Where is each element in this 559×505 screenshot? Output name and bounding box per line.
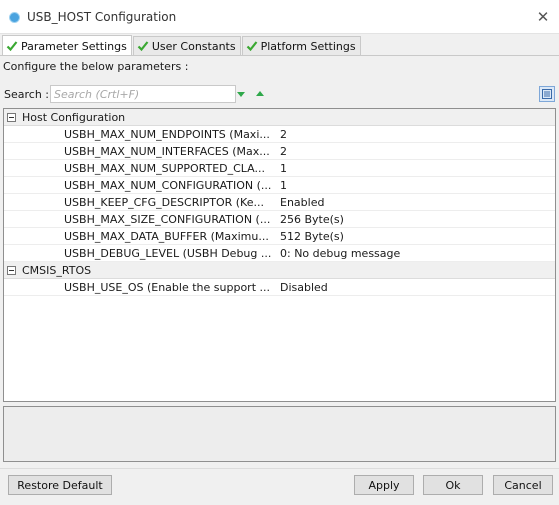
param-row[interactable]: USBH_MAX_NUM_INTERFACES (Max... 2 [4, 143, 555, 160]
collapse-all-button[interactable] [255, 89, 265, 99]
param-row[interactable]: USBH_KEEP_CFG_DESCRIPTOR (Ke... Enabled [4, 194, 555, 211]
param-name: USBH_MAX_NUM_ENDPOINTS (Maxi... [64, 127, 270, 141]
param-row[interactable]: USBH_MAX_NUM_CONFIGURATION (... 1 [4, 177, 555, 194]
window-title: USB_HOST Configuration [27, 10, 177, 24]
param-row[interactable]: USBH_DEBUG_LEVEL (USBH Debug ... 0: No d… [4, 245, 555, 262]
param-row[interactable]: USBH_MAX_DATA_BUFFER (Maximu... 512 Byte… [4, 228, 555, 245]
footer-divider [0, 468, 559, 469]
param-name: USBH_MAX_DATA_BUFFER (Maximu... [64, 229, 269, 243]
cancel-button[interactable]: Cancel [493, 475, 553, 495]
param-name: USBH_DEBUG_LEVEL (USBH Debug ... [64, 246, 272, 260]
param-value[interactable]: Enabled [280, 196, 324, 209]
check-icon [246, 41, 257, 52]
parameter-tree: Host Configuration USBH_MAX_NUM_ENDPOINT… [3, 108, 556, 402]
param-row[interactable]: USBH_MAX_NUM_SUPPORTED_CLA... 1 [4, 160, 555, 177]
param-value[interactable]: 256 Byte(s) [280, 213, 344, 226]
search-input[interactable] [50, 85, 236, 103]
param-name: USBH_KEEP_CFG_DESCRIPTOR (Ke... [64, 195, 264, 209]
expand-all-button[interactable] [236, 89, 246, 99]
param-value[interactable]: 512 Byte(s) [280, 230, 344, 243]
group-label: CMSIS_RTOS [22, 263, 92, 277]
ok-button[interactable]: Ok [423, 475, 483, 495]
usb-host-icon [9, 12, 20, 23]
param-name: USBH_USE_OS (Enable the support ... [64, 280, 270, 294]
tab-user-constants[interactable]: User Constants [132, 36, 241, 55]
green-up-arrow-icon [256, 91, 264, 96]
group-host-configuration[interactable]: Host Configuration [4, 109, 555, 126]
tab-divider [0, 55, 559, 56]
search-label: Search : [4, 88, 49, 101]
collapse-toggle-icon[interactable] [7, 112, 16, 122]
param-value[interactable]: 0: No debug message [280, 247, 400, 260]
title-bar: USB_HOST Configuration ✕ [0, 0, 559, 34]
check-icon [137, 41, 149, 52]
param-value[interactable]: 2 [280, 128, 287, 141]
apply-button[interactable]: Apply [354, 475, 414, 495]
tab-platform-settings[interactable]: Platform Settings [241, 36, 361, 55]
collapse-toggle-icon[interactable] [7, 265, 16, 275]
param-value[interactable]: Disabled [280, 281, 328, 294]
group-cmsis-rtos[interactable]: CMSIS_RTOS [4, 262, 555, 279]
tab-label: Parameter Settings [21, 39, 127, 53]
tab-bar: Parameter Settings User Constants Platfo… [2, 35, 362, 56]
green-down-arrow-icon [237, 92, 245, 97]
list-view-icon [542, 89, 552, 99]
restore-default-button[interactable]: Restore Default [8, 475, 112, 495]
param-name: USBH_MAX_SIZE_CONFIGURATION (... [64, 212, 271, 226]
tab-parameter-settings[interactable]: Parameter Settings [2, 35, 132, 56]
param-name: USBH_MAX_NUM_SUPPORTED_CLA... [64, 161, 265, 175]
param-row[interactable]: USBH_MAX_NUM_ENDPOINTS (Maxi... 2 [4, 126, 555, 143]
check-icon [6, 41, 18, 52]
param-row[interactable]: USBH_USE_OS (Enable the support ... Disa… [4, 279, 555, 296]
group-label: Host Configuration [22, 110, 126, 124]
close-button[interactable]: ✕ [527, 0, 559, 33]
param-row[interactable]: USBH_MAX_SIZE_CONFIGURATION (... 256 Byt… [4, 211, 555, 228]
view-toggle-button[interactable] [539, 86, 555, 102]
param-name: USBH_MAX_NUM_CONFIGURATION (... [64, 178, 272, 192]
tab-label: User Constants [151, 39, 236, 53]
param-value[interactable]: 2 [280, 145, 287, 158]
param-name: USBH_MAX_NUM_INTERFACES (Max... [64, 144, 270, 158]
close-icon: ✕ [536, 7, 550, 26]
description-text: Configure the below parameters : [3, 60, 189, 73]
param-value[interactable]: 1 [280, 179, 287, 192]
parameter-description-pane [3, 406, 556, 462]
tab-label: Platform Settings [260, 39, 356, 53]
param-value[interactable]: 1 [280, 162, 287, 175]
